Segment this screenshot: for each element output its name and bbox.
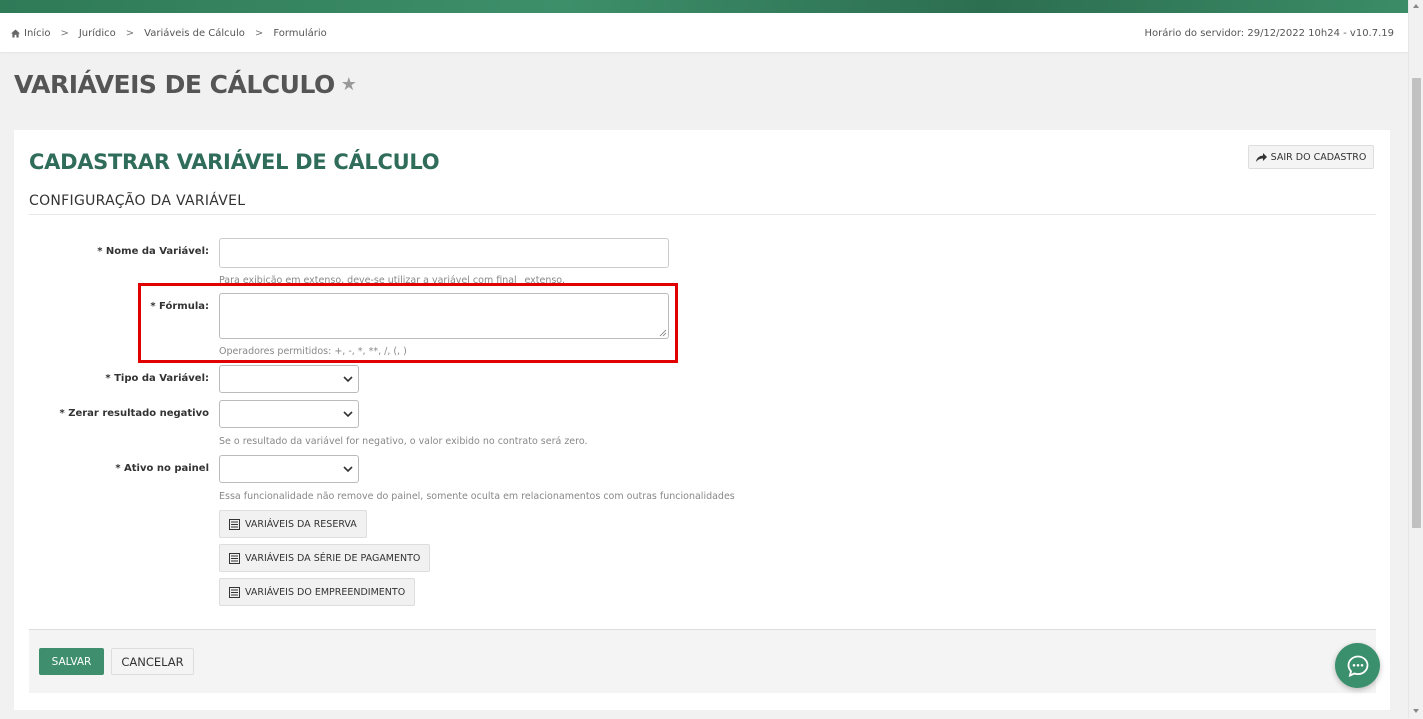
breadcrumb: Início > Jurídico > Variáveis de Cálculo…: [11, 28, 327, 39]
chevron-right-icon: >: [60, 28, 69, 39]
section-title: CONFIGURAÇÃO DA VARIÁVEL: [29, 193, 246, 209]
cancel-button[interactable]: CANCELAR: [111, 648, 194, 675]
chevron-right-icon: >: [125, 28, 135, 39]
exit-button[interactable]: SAIR DO CADASTRO: [1248, 145, 1374, 169]
breadcrumb-inicio[interactable]: Início: [24, 28, 50, 39]
page-title: VARIÁVEIS DE CÁLCULO ★: [14, 70, 357, 99]
variaveis-empreendimento-button[interactable]: VARIÁVEIS DO EMPREENDIMENTO: [219, 578, 416, 606]
chat-button[interactable]: [1335, 643, 1380, 688]
top-bar: [0, 0, 1408, 13]
server-time: Horário do servidor: 29/12/2022 10h24 - …: [1144, 28, 1394, 39]
scroll-up-icon[interactable]: [1413, 4, 1419, 8]
breadcrumb-bar: Início > Jurídico > Variáveis de Cálculo…: [0, 13, 1408, 52]
exit-button-label: SAIR DO CADASTRO: [1270, 151, 1367, 163]
highlight-box: [138, 283, 678, 363]
nome-label: * Nome da Variável:: [97, 246, 209, 257]
zerar-help: Se o resultado da variável for negativo,…: [219, 436, 588, 447]
zerar-label: * Zerar resultado negativo: [59, 408, 210, 419]
scroll-down-icon[interactable]: [1413, 709, 1419, 713]
form-card: CADASTRAR VARIÁVEL DE CÁLCULO SAIR DO CA…: [14, 130, 1390, 710]
zerar-select[interactable]: [219, 400, 359, 428]
chevron-down-icon: [343, 466, 353, 473]
scroll-thumb[interactable]: [1412, 78, 1421, 528]
section-divider: [29, 214, 1376, 215]
list-icon: [229, 518, 240, 530]
variaveis-reserva-label: VARIÁVEIS DA RESERVA: [245, 518, 357, 530]
chevron-down-icon: [343, 376, 353, 383]
chevron-down-icon: [343, 411, 353, 418]
save-button[interactable]: SALVAR: [39, 648, 104, 675]
variaveis-empreendimento-label: VARIÁVEIS DO EMPREENDIMENTO: [245, 586, 406, 598]
page-scrollbar[interactable]: [1408, 0, 1423, 719]
variaveis-serie-button[interactable]: VARIÁVEIS DA SÉRIE DE PAGAMENTO: [219, 544, 431, 572]
ativo-select[interactable]: [219, 455, 359, 483]
breadcrumb-formulario: Formulário: [273, 28, 327, 39]
home-icon: [11, 29, 20, 38]
form-actions: SALVAR CANCELAR: [29, 629, 1376, 693]
card-title: CADASTRAR VARIÁVEL DE CÁLCULO: [29, 150, 440, 174]
breadcrumb-juridico[interactable]: Jurídico: [79, 28, 116, 39]
nome-input[interactable]: [219, 238, 669, 268]
star-icon[interactable]: ★: [341, 74, 357, 95]
ativo-help: Essa funcionalidade não remove do painel…: [219, 491, 735, 502]
list-icon: [229, 586, 240, 598]
variaveis-reserva-button[interactable]: VARIÁVEIS DA RESERVA: [219, 510, 367, 538]
chevron-right-icon: >: [254, 28, 264, 39]
list-icon: [229, 552, 240, 564]
tipo-select[interactable]: [219, 365, 359, 393]
ativo-label: * Ativo no painel: [115, 463, 209, 474]
breadcrumb-variaveis[interactable]: Variáveis de Cálculo: [144, 28, 245, 39]
tipo-label: * Tipo da Variável:: [105, 373, 209, 384]
chat-bubble-icon: [1347, 655, 1368, 677]
page-title-text: VARIÁVEIS DE CÁLCULO: [14, 70, 335, 99]
share-arrow-icon: [1255, 152, 1267, 162]
variaveis-serie-label: VARIÁVEIS DA SÉRIE DE PAGAMENTO: [245, 552, 421, 564]
